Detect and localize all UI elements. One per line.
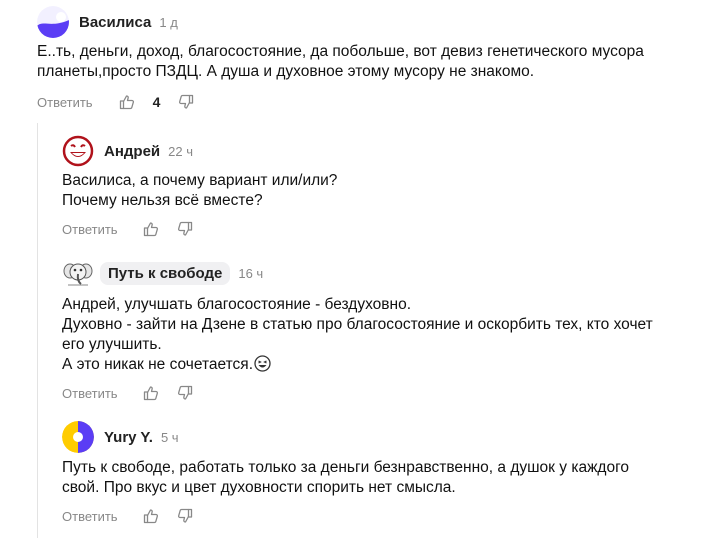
comment-actions: Ответить <box>62 506 193 526</box>
comment-text: Путь к свободе, работать только за деньг… <box>62 458 629 498</box>
author-name[interactable]: Путь к свободе <box>100 261 231 285</box>
comment-actions: Ответить <box>62 383 193 403</box>
comment-actions: Ответить 4 <box>37 92 194 112</box>
like-icon[interactable] <box>143 385 159 401</box>
dislike-icon[interactable] <box>177 221 193 237</box>
author-name[interactable]: Андрей <box>104 143 160 160</box>
elephant-avatar-icon[interactable] <box>62 257 94 289</box>
comment-text-line: Почему нельзя всё вместе? <box>62 192 263 209</box>
reply-button[interactable]: Ответить <box>62 222 118 237</box>
comment-actions: Ответить <box>62 219 193 239</box>
purple-blob-avatar-icon[interactable] <box>37 6 69 38</box>
comment-header: Yury Y. 5 ч <box>62 421 179 453</box>
comment-text: Василиса, а почему вариант или/или? Поче… <box>62 171 337 211</box>
reply-button[interactable]: Ответить <box>37 95 93 110</box>
comment-header: Андрей 22 ч <box>62 135 193 167</box>
reply-button[interactable]: Ответить <box>62 386 118 401</box>
comment-text-line: Путь к свободе, работать только за деньг… <box>62 459 630 476</box>
comment-text: Е..ть, деньги, доход, благосостояние, да… <box>37 42 644 82</box>
red-smiley-avatar-icon[interactable] <box>62 135 94 167</box>
yellow-purple-avatar-icon[interactable] <box>62 421 94 453</box>
author-name[interactable]: Yury Y. <box>104 429 153 446</box>
comment-text-line: Духовно - зайти на Дзене в статью про бл… <box>62 316 653 333</box>
comment-header: Василиса 1 д <box>37 6 178 38</box>
comment-time: 16 ч <box>238 265 264 281</box>
comment-time: 5 ч <box>160 429 179 445</box>
comment-text-line: его улучшить. <box>62 336 162 353</box>
comment-text-line: Е..ть, деньги, доход, благосостояние, да… <box>37 43 644 60</box>
author-name[interactable]: Василиса <box>79 14 151 31</box>
thread-line <box>37 123 38 538</box>
comment-time: 22 ч <box>168 143 193 159</box>
reply-button[interactable]: Ответить <box>62 509 118 524</box>
like-icon[interactable] <box>143 221 159 237</box>
comment-text-line: планеты,просто ПЗДЦ. А душа и духовное э… <box>37 63 535 80</box>
comment-text-line: А это никак не сочетается. <box>62 356 254 373</box>
comment-text-line: Василиса, а почему вариант или/или? <box>62 172 338 189</box>
like-icon[interactable] <box>119 94 135 110</box>
like-count: 4 <box>152 94 161 110</box>
comment-text-last-line: А это никак не сочетается. <box>62 355 653 378</box>
laughing-face-icon <box>254 355 271 378</box>
comment-text-line: свой. Про вкус и цвет духовности спорить… <box>62 479 456 496</box>
comment-time: 1 д <box>159 14 178 30</box>
dislike-icon[interactable] <box>177 385 193 401</box>
dislike-icon[interactable] <box>177 508 193 524</box>
comment-header: Путь к свободе 16 ч <box>62 257 263 289</box>
like-icon[interactable] <box>143 508 159 524</box>
comment-text-line: Андрей, улучшать благосостояние - бездух… <box>62 296 412 313</box>
dislike-icon[interactable] <box>178 94 194 110</box>
comment-text: Андрей, улучшать благосостояние - бездух… <box>62 295 653 378</box>
